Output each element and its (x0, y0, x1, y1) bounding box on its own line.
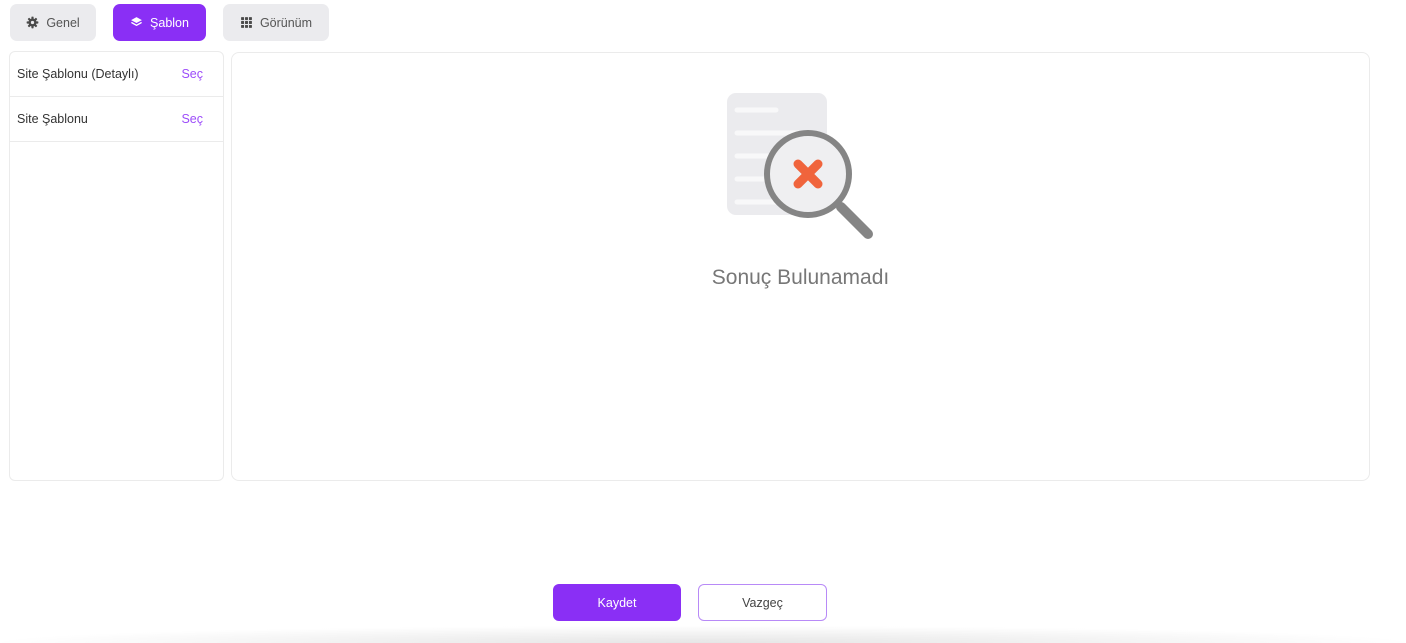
footer-shadow (0, 626, 1406, 643)
preview-panel: Sonuç Bulunamadı (231, 52, 1370, 481)
template-list: Site Şablonu (Detaylı) Seç Site Şablonu … (9, 51, 224, 481)
tab-gorunum-label: Görünüm (259, 15, 313, 30)
template-name: Site Şablonu (Detaylı) (17, 67, 139, 81)
tab-genel-label: Genel (46, 15, 80, 30)
tab-gorunum[interactable]: Görünüm (223, 4, 329, 41)
empty-state-message: Sonuç Bulunamadı (711, 266, 890, 289)
list-item: Site Şablonu (Detaylı) Seç (10, 52, 223, 97)
list-item: Site Şablonu Seç (10, 97, 223, 142)
cancel-button[interactable]: Vazgeç (698, 584, 827, 621)
tab-genel[interactable]: Genel (10, 4, 96, 41)
select-template-link[interactable]: Seç (181, 67, 203, 81)
gear-icon (26, 16, 39, 29)
tab-sablon[interactable]: Şablon (113, 4, 206, 41)
save-button[interactable]: Kaydet (553, 584, 681, 621)
select-template-link[interactable]: Seç (181, 112, 203, 126)
grid-icon (240, 16, 253, 29)
app-root: Genel Şablon Görünüm Site Şablonu (Detay… (0, 0, 1406, 643)
layers-icon (130, 16, 143, 29)
template-name: Site Şablonu (17, 112, 88, 126)
tab-sablon-label: Şablon (150, 15, 189, 30)
document-search-x-icon (727, 93, 873, 239)
